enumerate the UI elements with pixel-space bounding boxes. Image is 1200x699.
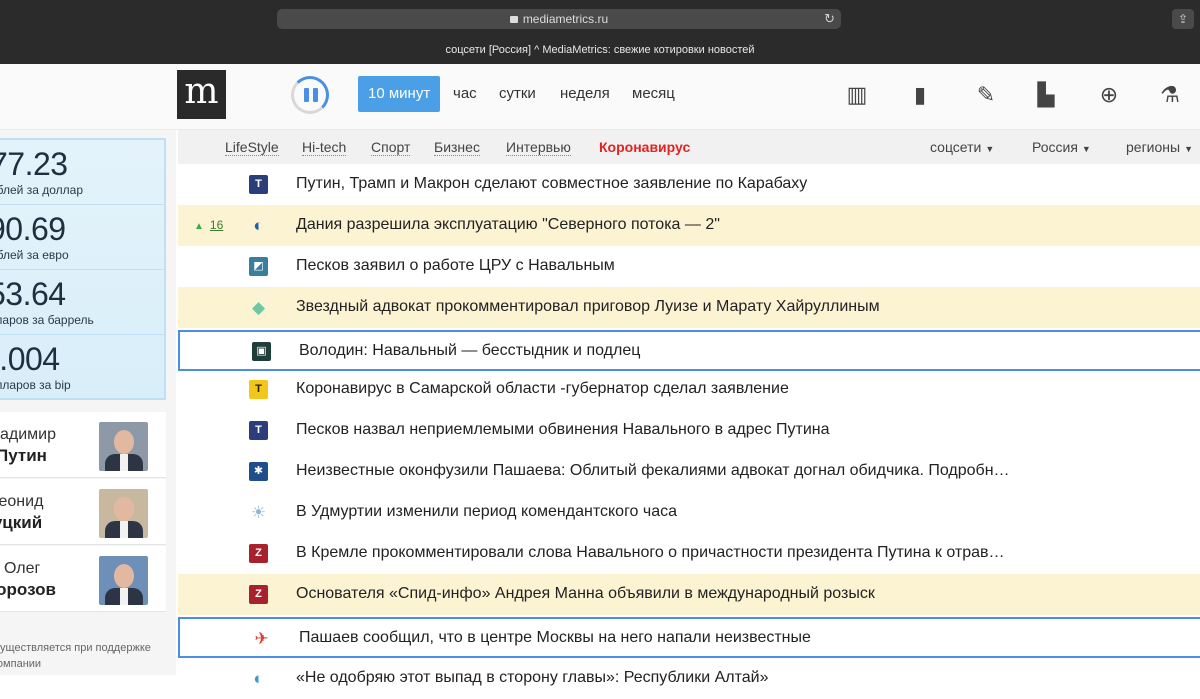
chevron-down-icon: ▼: [985, 144, 995, 154]
avatar: [99, 422, 148, 471]
news-title[interactable]: Пашаев сообщил, что в центре Москвы на н…: [299, 629, 811, 647]
news-title[interactable]: Песков заявил о работе ЦРУ с Навальным: [296, 257, 615, 275]
source-logo-icon[interactable]: Z: [249, 544, 268, 563]
pen-icon[interactable]: ✎: [973, 82, 999, 108]
news-title[interactable]: «Не одобряю этот выпад в сторону главы»:…: [296, 669, 768, 687]
source-logo-icon[interactable]: ▣: [252, 342, 271, 361]
chevron-down-icon: ▼: [1081, 144, 1091, 154]
bar-chart-icon[interactable]: ▮: [907, 82, 933, 108]
columns-icon[interactable]: ▥: [844, 82, 870, 108]
globe-icon[interactable]: ⊕: [1096, 82, 1122, 108]
news-title[interactable]: Неизвестные оконфузили Пашаева: Облитый …: [296, 462, 1010, 480]
news-item[interactable]: ◐ «Не одобряю этот выпад в сторону главы»…: [178, 658, 1200, 699]
source-logo-icon[interactable]: T: [249, 380, 268, 399]
filter-regions[interactable]: регионы ▼: [1126, 139, 1193, 157]
url-text: mediametrics.ru: [522, 12, 609, 26]
category-interview[interactable]: Интервью: [506, 139, 571, 156]
period-week[interactable]: неделя: [560, 76, 610, 112]
source-logo-icon[interactable]: T: [249, 421, 268, 440]
period-10min[interactable]: 10 минут: [358, 76, 441, 112]
category-sport[interactable]: Спорт: [371, 139, 411, 156]
news-title[interactable]: Путин, Трамп и Макрон сделают совместное…: [296, 175, 807, 193]
filter-country[interactable]: Россия ▼: [1032, 139, 1091, 157]
rate-oil[interactable]: 53.64 долларов за баррель: [0, 270, 164, 335]
source-logo-icon[interactable]: ◐: [249, 216, 268, 235]
currency-rates: 77.23 рублей за доллар 90.69 рублей за е…: [0, 138, 166, 400]
news-title[interactable]: В Кремле прокомментировали слова Навальн…: [296, 544, 1005, 562]
person-morozov[interactable]: Олег Морозов: [0, 546, 166, 612]
source-logo-icon[interactable]: Z: [249, 585, 268, 604]
news-item[interactable]: ◩ Песков заявил о работе ЦРУ с Навальным: [178, 246, 1200, 287]
news-item[interactable]: ☀ В Удмуртии изменили период комендантско…: [178, 492, 1200, 533]
news-item[interactable]: T Коронавирус в Самарской области -губерн…: [178, 369, 1200, 410]
category-business[interactable]: Бизнес: [434, 139, 480, 156]
news-title[interactable]: Песков назвал неприемлемыми обвинения На…: [296, 421, 830, 439]
rate-usd[interactable]: 77.23 рублей за доллар: [0, 140, 164, 205]
browser-chrome: mediametrics.ru ↻ ⇪ соцсети [Россия] ^ M…: [0, 0, 1200, 64]
news-list: T Путин, Трамп и Макрон сделают совместно…: [178, 164, 1200, 688]
news-item[interactable]: ✈ Пашаев сообщил, что в центре Москвы на …: [178, 617, 1200, 658]
source-logo-icon[interactable]: ◩: [249, 257, 268, 276]
category-hitech[interactable]: Hi-tech: [302, 139, 347, 156]
category-bar: LifeStyle Hi-tech Спорт Бизнес Интервью …: [178, 130, 1200, 164]
lock-icon: [509, 16, 518, 23]
news-title[interactable]: В Удмуртии изменили период комендантског…: [296, 503, 677, 521]
period-month[interactable]: месяц: [632, 76, 675, 112]
category-lifestyle[interactable]: LifeStyle: [225, 139, 279, 156]
category-coronavirus[interactable]: Коронавирус: [599, 139, 690, 155]
site-logo[interactable]: m: [177, 70, 226, 119]
site-header: m 10 минут час сутки неделя месяц ▥ ▮ ✎ …: [0, 64, 1200, 130]
person-slutsky[interactable]: Леонид Слуцкий: [0, 479, 166, 545]
news-item[interactable]: Z В Кремле прокомментировали слова Наваль…: [178, 533, 1200, 574]
address-bar[interactable]: mediametrics.ru ↻: [277, 9, 841, 29]
news-item[interactable]: ◆ Звездный адвокат прокомментировал приго…: [178, 287, 1200, 328]
sidebar: 77.23 рублей за доллар 90.69 рублей за е…: [0, 130, 176, 675]
tab-title[interactable]: соцсети [Россия] ^ MediaMetrics: свежие …: [0, 38, 1200, 62]
source-logo-icon[interactable]: T: [249, 175, 268, 194]
source-logo-icon[interactable]: ◐: [249, 669, 268, 688]
source-logo-icon[interactable]: ✱: [249, 462, 268, 481]
news-title[interactable]: Володин: Навальный — бесстыдник и подлец: [299, 342, 640, 360]
avatar: [99, 489, 148, 538]
pause-icon[interactable]: [291, 76, 329, 114]
news-title[interactable]: Дания разрешила эксплуатацию "Северного …: [296, 216, 720, 234]
period-day[interactable]: сутки: [499, 76, 536, 112]
up-arrow-icon: ▲: [194, 221, 204, 232]
avatar: [99, 556, 148, 605]
rate-bip[interactable]: 0.004 долларов за bip: [0, 335, 164, 400]
news-item[interactable]: ✱ Неизвестные оконфузили Пашаева: Облитый…: [178, 451, 1200, 492]
source-logo-icon[interactable]: ☀: [249, 503, 268, 522]
flask-icon[interactable]: ⚗: [1157, 82, 1183, 108]
news-item[interactable]: ▣ Володин: Навальный — бесстыдник и подле…: [178, 330, 1200, 371]
rank-change-badge[interactable]: ▲ 16: [194, 218, 223, 232]
factory-icon[interactable]: ▙: [1033, 82, 1059, 108]
source-logo-icon[interactable]: ◆: [249, 298, 268, 317]
person-putin[interactable]: Владимир Путин: [0, 412, 166, 478]
rate-eur[interactable]: 90.69 рублей за евро: [0, 205, 164, 270]
share-icon[interactable]: ⇪: [1172, 9, 1194, 29]
reload-icon[interactable]: ↻: [824, 9, 835, 29]
news-title[interactable]: Звездный адвокат прокомментировал пригов…: [296, 298, 880, 316]
period-hour[interactable]: час: [453, 76, 477, 112]
news-title[interactable]: Коронавирус в Самарской области -губерна…: [296, 380, 789, 398]
news-item[interactable]: T Путин, Трамп и Макрон сделают совместно…: [178, 164, 1200, 205]
support-note: Осуществляется при поддержке компании: [0, 642, 151, 670]
chevron-down-icon: ▼: [1184, 144, 1194, 154]
news-title[interactable]: Основателя «Спид-инфо» Андрея Манна объя…: [296, 585, 875, 603]
news-item[interactable]: ▲ 16 ◐ Дания разрешила эксплуатацию "Северн…: [178, 205, 1200, 246]
news-item[interactable]: Z Основателя «Спид-инфо» Андрея Манна объ…: [178, 574, 1200, 615]
filter-social[interactable]: соцсети ▼: [930, 139, 994, 157]
source-logo-icon[interactable]: ✈: [252, 629, 271, 648]
news-item[interactable]: T Песков назвал неприемлемыми обвинения Н…: [178, 410, 1200, 451]
